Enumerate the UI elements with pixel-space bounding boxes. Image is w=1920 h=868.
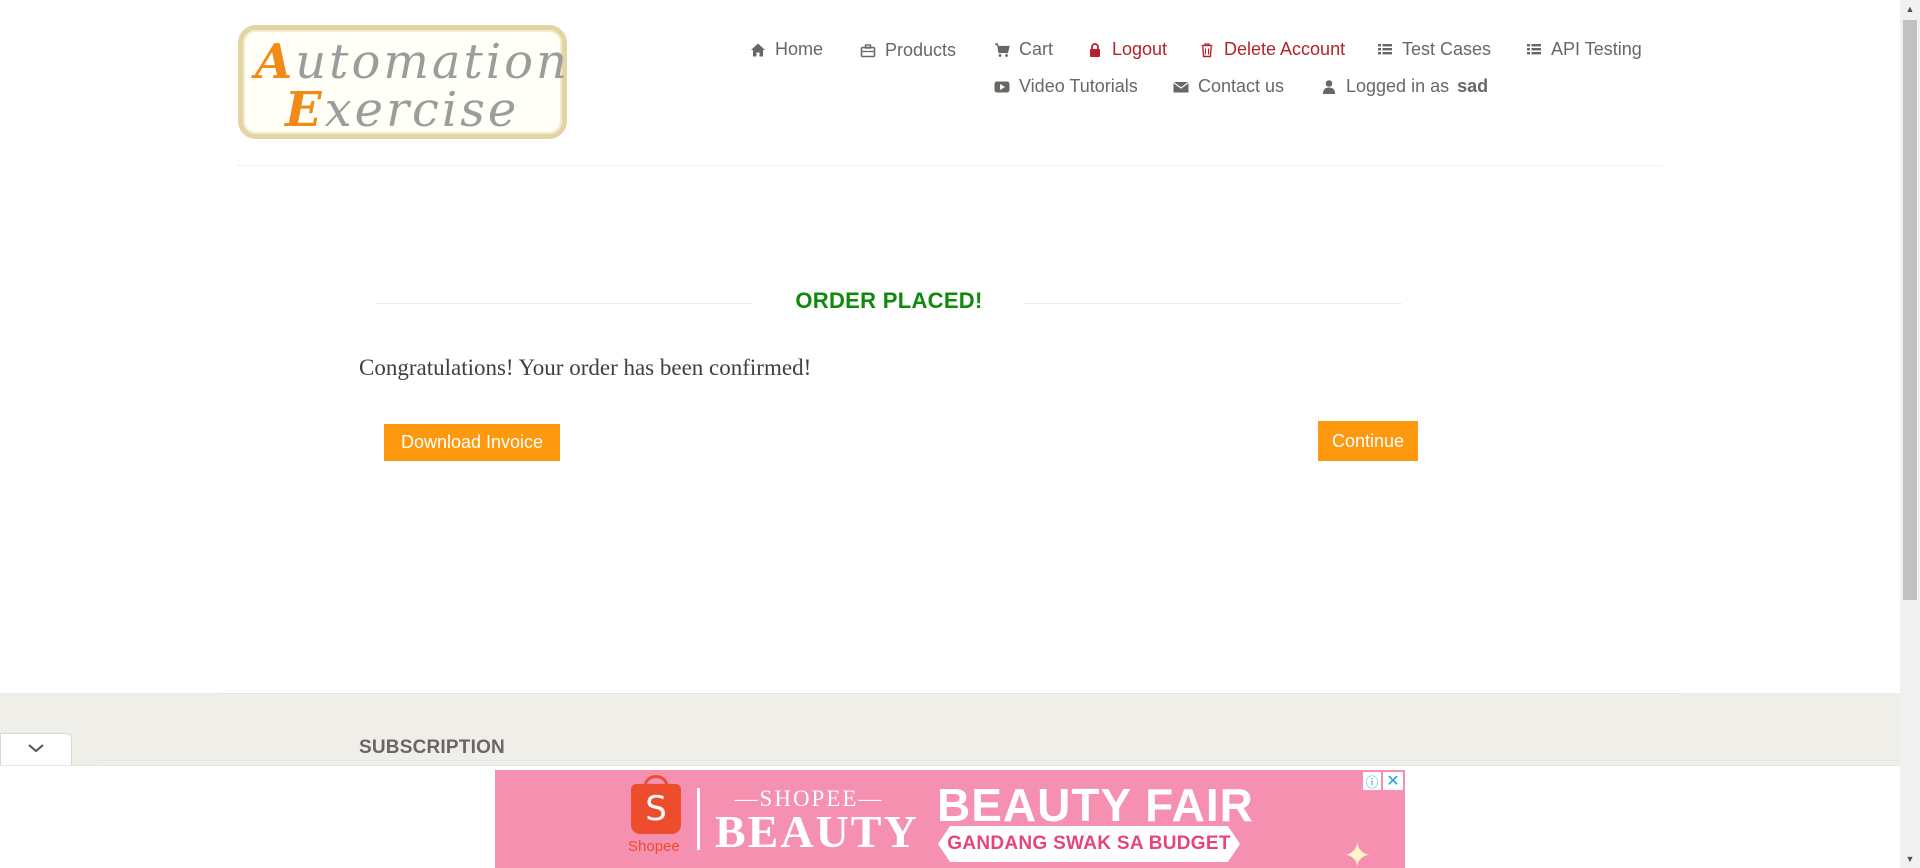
home-icon [749, 41, 767, 59]
continue-button[interactable]: Continue [1318, 421, 1418, 461]
shopee-ad-banner[interactable]: S Shopee —SHOPEE— BEAUTY BEAUTY FAIR GAN… [495, 770, 1405, 868]
chevron-down-icon [27, 741, 45, 759]
nav-cart-label: Cart [1019, 39, 1054, 59]
ad-bar-top-border [100, 760, 1900, 761]
ad-beauty-fair-headline: BEAUTY FAIR [937, 779, 1254, 831]
confirmation-message: Congratulations! Your order has been con… [359, 355, 812, 380]
nav-products-label: Products [885, 40, 957, 60]
nav-logged-in-as: Logged in as sad [1320, 76, 1488, 97]
list-icon [1376, 41, 1394, 59]
subscription-heading: SUBSCRIPTION [359, 737, 505, 758]
shopee-bag-letter: S [645, 789, 667, 829]
vertical-scrollbar[interactable]: ▲ ▼ [1900, 0, 1920, 868]
order-placed-heading-wrap: ORDER PLACED! [376, 288, 1402, 318]
logged-in-label: Logged in as [1346, 76, 1450, 96]
nav-contact-us-label: Contact us [1198, 76, 1285, 96]
page-title: ORDER PLACED! [795, 288, 983, 313]
page: Automation Exercise Home Products Cart L… [0, 0, 1920, 868]
nav-products[interactable]: Products [859, 40, 956, 61]
nav-logout-label: Logout [1112, 39, 1168, 59]
ad-shopee-brand: Shopee [628, 838, 680, 855]
ad-tagline-ribbon: GANDANG SWAK SA BUDGET [938, 826, 1240, 862]
ad-info-icon[interactable]: ⓘ [1363, 772, 1381, 790]
shopee-bag-icon: S [631, 784, 681, 834]
ad-beauty-label: BEAUTY [715, 806, 919, 857]
nav-video-tutorials[interactable]: Video Tutorials [993, 76, 1138, 97]
list-icon [1525, 41, 1543, 59]
scroll-up-icon[interactable]: ▲ [1900, 0, 1920, 18]
download-invoice-button[interactable]: Download Invoice [384, 424, 560, 461]
scroll-down-icon[interactable]: ▼ [1900, 850, 1920, 868]
footer-divider [218, 693, 1680, 694]
nav-home-label: Home [775, 39, 824, 59]
lock-icon [1086, 41, 1104, 59]
ad-collapse-button[interactable] [0, 733, 72, 765]
ad-divider [697, 788, 700, 850]
envelope-icon [1172, 78, 1190, 96]
nav-api-testing-label: API Testing [1551, 39, 1642, 59]
nav-contact-us[interactable]: Contact us [1172, 76, 1284, 97]
nav-delete-account-label: Delete Account [1224, 39, 1346, 59]
nav-test-cases[interactable]: Test Cases [1376, 39, 1491, 60]
ad-tagline: GANDANG SWAK SA BUDGET [947, 833, 1231, 854]
nav-cart[interactable]: Cart [993, 39, 1053, 60]
nav-logout[interactable]: Logout [1086, 39, 1167, 60]
ad-close-icon[interactable]: ✕ [1383, 772, 1403, 790]
main-nav: Home Products Cart Logout Delete Account [0, 0, 1900, 120]
scrollbar-thumb[interactable] [1903, 20, 1917, 600]
user-icon [1320, 78, 1338, 96]
nav-delete-account[interactable]: Delete Account [1198, 39, 1345, 60]
briefcase-icon [859, 42, 877, 60]
logged-in-username: sad [1457, 76, 1489, 96]
nav-api-testing[interactable]: API Testing [1525, 39, 1642, 60]
trash-icon [1198, 41, 1216, 59]
nav-test-cases-label: Test Cases [1402, 39, 1492, 59]
nav-video-tutorials-label: Video Tutorials [1019, 76, 1138, 96]
sparkle-icon: ✦ [1343, 837, 1372, 868]
cart-icon [993, 41, 1011, 59]
youtube-play-icon [993, 78, 1011, 96]
header-divider [236, 165, 1662, 166]
nav-home[interactable]: Home [749, 39, 823, 60]
